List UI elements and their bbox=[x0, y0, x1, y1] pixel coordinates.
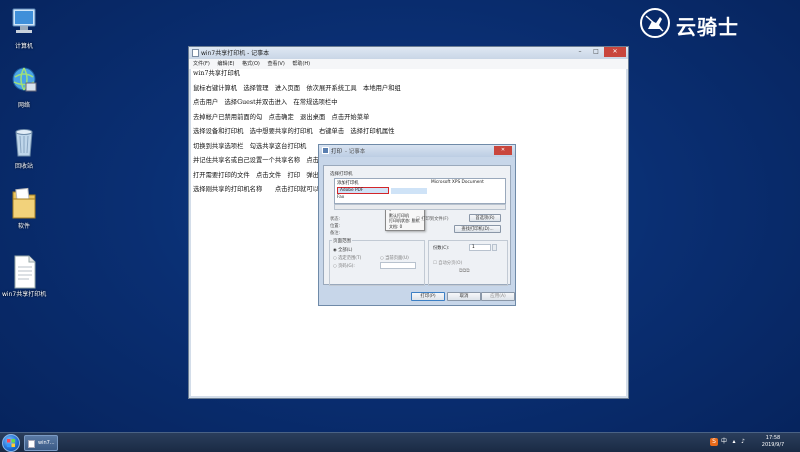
text-file-icon bbox=[9, 254, 39, 289]
text-line: 选择设备和打印机 选中想要共享的打印机 右键单击 选择打印机属性 bbox=[193, 128, 395, 135]
preferences-button[interactable]: 首选项(R) bbox=[469, 214, 501, 222]
menu-view[interactable]: 查看(V) bbox=[267, 61, 284, 67]
desktop-icon-label: 回收站 bbox=[14, 163, 33, 170]
current-page-label: 当前页面(U) bbox=[385, 256, 409, 261]
notepad-titlebar[interactable]: win7共享打印机 - 记事本 – □ ✕ bbox=[189, 47, 628, 59]
print-dialog-titlebar[interactable]: 打印 - 记事本 ✕ bbox=[319, 145, 515, 157]
knight-logo-icon bbox=[640, 8, 670, 38]
menu-file[interactable]: 文件(F) bbox=[193, 61, 210, 67]
menu-format[interactable]: 格式(O) bbox=[242, 61, 260, 67]
desktop-icon-label: 网络 bbox=[17, 102, 30, 109]
select-printer-label: 选择打印机 bbox=[330, 172, 353, 177]
page-range-group: 页面范围 ◉ 全部(L) ○ 选定范围(T) ○ 当前页面(U) ○ 页码(G)… bbox=[329, 238, 425, 286]
pages-label: 页码(G): bbox=[338, 264, 355, 269]
apply-button[interactable]: 应用(A) bbox=[481, 292, 515, 301]
system-tray: S 中 ▴ ♪ 17:58 2019/9/7 bbox=[706, 433, 796, 452]
text-line: 去掉帐户已禁用前面的勾 点击确定 退出桌面 点击开始菜单 bbox=[193, 113, 370, 121]
recycle-bin-icon bbox=[9, 126, 39, 158]
taskbar-button-label: win7... bbox=[38, 440, 55, 446]
computer-icon bbox=[9, 6, 39, 38]
desktop-icon-software-folder[interactable]: 软件 bbox=[2, 186, 46, 230]
radio-selection[interactable]: ○ 选定范围(T) bbox=[333, 255, 361, 261]
print-dialog: 打印 - 记事本 ✕ 常规 选择打印机 添加打印机 Microsoft XPS … bbox=[318, 144, 516, 306]
comment-label: 备注: bbox=[330, 231, 341, 236]
desktop-icon-recycle-bin[interactable]: 回收站 bbox=[2, 126, 46, 170]
radio-pages[interactable]: ○ 页码(G): bbox=[333, 263, 355, 269]
desktop-icon-label: win7共享打印机 bbox=[2, 291, 47, 298]
print-to-file-label: 打印到文件(F) bbox=[421, 217, 449, 222]
desktop-icon-text-file[interactable]: win7共享打印机 bbox=[2, 254, 46, 298]
clock-time: 17:58 bbox=[765, 435, 781, 441]
show-hidden-icons[interactable]: ▴ bbox=[730, 438, 738, 446]
volume-icon[interactable]: ♪ bbox=[739, 438, 747, 446]
find-printer-button[interactable]: 查找打印机(D)... bbox=[454, 225, 501, 233]
menu-help[interactable]: 帮助(H) bbox=[292, 61, 310, 67]
clock-date: 2019/9/7 bbox=[761, 442, 785, 448]
copies-input[interactable]: 1 bbox=[469, 244, 491, 251]
all-pages-label: 全部(L) bbox=[338, 248, 353, 253]
print-dialog-title-extra: - 记事本 bbox=[345, 149, 366, 155]
notepad-app-icon bbox=[192, 49, 199, 57]
taskbar-button-notepad[interactable]: win7... bbox=[24, 435, 58, 451]
sogou-ime-icon[interactable]: S bbox=[710, 438, 718, 446]
desktop-icon-network[interactable]: 网络 bbox=[2, 65, 46, 109]
printer-list-scrollbar[interactable] bbox=[334, 204, 506, 210]
text-line: win7共享打印机 bbox=[193, 70, 240, 77]
printer-item-fax[interactable]: Fax bbox=[337, 195, 344, 200]
minimize-button[interactable]: – bbox=[572, 47, 588, 57]
text-line: 点击用户 选择Guest并双击进入 在常规选项栏中 bbox=[193, 99, 338, 106]
desktop-icon-label: 软件 bbox=[17, 223, 30, 230]
collate-label: 自动分页(O) bbox=[438, 261, 463, 266]
brand-logo: 云骑士 bbox=[640, 8, 790, 40]
collate-pages-icon: ⧉⧉⧉ bbox=[459, 268, 470, 274]
copies-group: 份数(C): 1 ☐ 自动分页(O) ⧉⧉⧉ bbox=[428, 240, 508, 286]
close-button[interactable]: ✕ bbox=[604, 47, 626, 57]
print-to-file-checkbox[interactable]: ☐ 打印到文件(F) bbox=[416, 216, 449, 222]
clock[interactable]: 17:58 2019/9/7 bbox=[756, 435, 790, 449]
menu-edit[interactable]: 编辑(E) bbox=[217, 61, 234, 67]
desktop-icon-label: 计算机 bbox=[14, 43, 33, 50]
desktop-icon-computer[interactable]: 计算机 bbox=[2, 6, 46, 50]
printer-icon bbox=[322, 147, 329, 154]
dialog-close-button[interactable]: ✕ bbox=[494, 146, 512, 155]
selection-label: 选定范围(T) bbox=[338, 256, 362, 261]
start-button[interactable] bbox=[2, 434, 20, 452]
location-label: 位置: bbox=[330, 224, 341, 229]
radio-all-pages[interactable]: ◉ 全部(L) bbox=[333, 247, 352, 253]
copies-spinner[interactable] bbox=[492, 244, 497, 251]
notepad-small-icon bbox=[28, 440, 35, 448]
printer-item-xps[interactable]: Microsoft XPS Document bbox=[431, 180, 484, 185]
print-dialog-title: 打印 bbox=[331, 149, 343, 155]
language-indicator[interactable]: 中 bbox=[720, 438, 728, 446]
copies-label: 份数(C): bbox=[433, 246, 450, 251]
taskbar: win7... S 中 ▴ ♪ 17:58 2019/9/7 bbox=[0, 432, 800, 452]
folder-icon bbox=[9, 186, 39, 219]
brand-name: 云骑士 bbox=[676, 15, 739, 39]
text-line: 鼠标右键计算机 选择管理 进入页面 依次展开系统工具 本地用户和组 bbox=[193, 84, 401, 92]
status-label: 状态: bbox=[330, 217, 341, 222]
printer-list[interactable]: 添加打印机 Microsoft XPS Document Adobe PDF F… bbox=[334, 178, 506, 231]
print-button[interactable]: 打印(P) bbox=[411, 292, 445, 301]
notepad-menubar: 文件(F) 编辑(E) 格式(O) 查看(V) 帮助(H) bbox=[189, 59, 628, 69]
tooltip-documents: 文档: 0 bbox=[389, 223, 403, 229]
collate-checkbox[interactable]: ☐ 自动分页(O) bbox=[433, 260, 462, 266]
pages-input[interactable] bbox=[380, 262, 416, 269]
print-dialog-panel: 选择打印机 添加打印机 Microsoft XPS Document Adobe… bbox=[323, 165, 511, 286]
network-icon bbox=[9, 65, 39, 97]
maximize-button[interactable]: □ bbox=[588, 47, 604, 57]
cancel-button[interactable]: 取消 bbox=[447, 292, 481, 301]
printer-item-add[interactable]: 添加打印机 bbox=[337, 180, 358, 186]
notepad-title: win7共享打印机 - 记事本 bbox=[201, 50, 270, 57]
printer-item-adobe-pdf[interactable]: Adobe PDF bbox=[337, 187, 389, 194]
windows-logo-icon bbox=[7, 439, 15, 447]
selection-highlight bbox=[391, 188, 427, 194]
page-range-label: 页面范围 bbox=[332, 238, 352, 244]
radio-current-page[interactable]: ○ 当前页面(U) bbox=[380, 255, 409, 261]
